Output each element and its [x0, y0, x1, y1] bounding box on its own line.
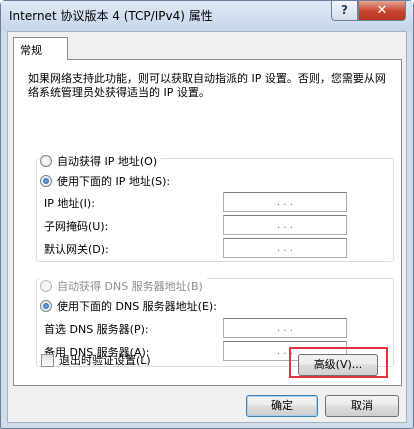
subnet-mask-label: 子网掩码(U): — [44, 220, 109, 233]
auto-dns-option[interactable]: 自动获得 DNS 服务器地址(B) — [40, 278, 207, 294]
manual-dns-option[interactable]: 使用下面的 DNS 服务器地址(E): — [40, 298, 221, 314]
title-bar[interactable]: Internet 协议版本 4 (TCP/IPv4) 属性 ? ✕ — [1, 1, 413, 31]
close-button[interactable]: ✕ — [358, 1, 406, 21]
manual-ip-radio[interactable] — [40, 175, 52, 187]
manual-ip-option[interactable]: 使用下面的 IP 地址(S): — [40, 173, 175, 189]
subnet-mask-input[interactable]: . . . — [223, 215, 347, 235]
dialog-window: Internet 协议版本 4 (TCP/IPv4) 属性 ? ✕ 常规 如果网… — [0, 0, 414, 429]
cancel-button[interactable]: 取消 — [325, 395, 399, 417]
tab-general[interactable]: 常规 — [13, 37, 68, 60]
manual-ip-label: 使用下面的 IP 地址(S): — [57, 175, 171, 188]
validate-on-exit-option[interactable]: 退出时验证设置(L) — [41, 352, 151, 368]
window-title: Internet 协议版本 4 (TCP/IPv4) 属性 — [9, 9, 213, 23]
validate-on-exit-label: 退出时验证设置(L) — [59, 354, 151, 367]
advanced-button[interactable]: 高级(V)... — [298, 354, 378, 376]
ok-button[interactable]: 确定 — [246, 395, 318, 417]
default-gateway-input[interactable]: . . . — [223, 238, 347, 258]
ip-address-input[interactable]: . . . — [223, 192, 347, 212]
auto-ip-option[interactable]: 自动获得 IP 地址(O) — [40, 153, 162, 169]
auto-dns-radio[interactable] — [40, 280, 52, 292]
general-tab-panel: 如果网络支持此功能，则可以获取自动指派的 IP 设置。否则，您需要从网络系统管理… — [13, 59, 402, 386]
ip-address-label: IP 地址(I): — [44, 197, 95, 210]
intro-text: 如果网络支持此功能，则可以获取自动指派的 IP 设置。否则，您需要从网络系统管理… — [28, 72, 386, 99]
manual-dns-label: 使用下面的 DNS 服务器地址(E): — [57, 300, 217, 313]
auto-dns-label: 自动获得 DNS 服务器地址(B) — [57, 280, 203, 293]
manual-dns-radio[interactable] — [40, 300, 52, 312]
help-button[interactable]: ? — [331, 1, 358, 21]
auto-ip-label: 自动获得 IP 地址(O) — [57, 155, 158, 168]
default-gateway-label: 默认网关(D): — [44, 243, 109, 256]
preferred-dns-input[interactable]: . . . — [223, 318, 347, 338]
validate-on-exit-checkbox[interactable] — [41, 353, 54, 367]
auto-ip-radio[interactable] — [40, 155, 52, 167]
preferred-dns-label: 首选 DNS 服务器(P): — [44, 323, 149, 336]
